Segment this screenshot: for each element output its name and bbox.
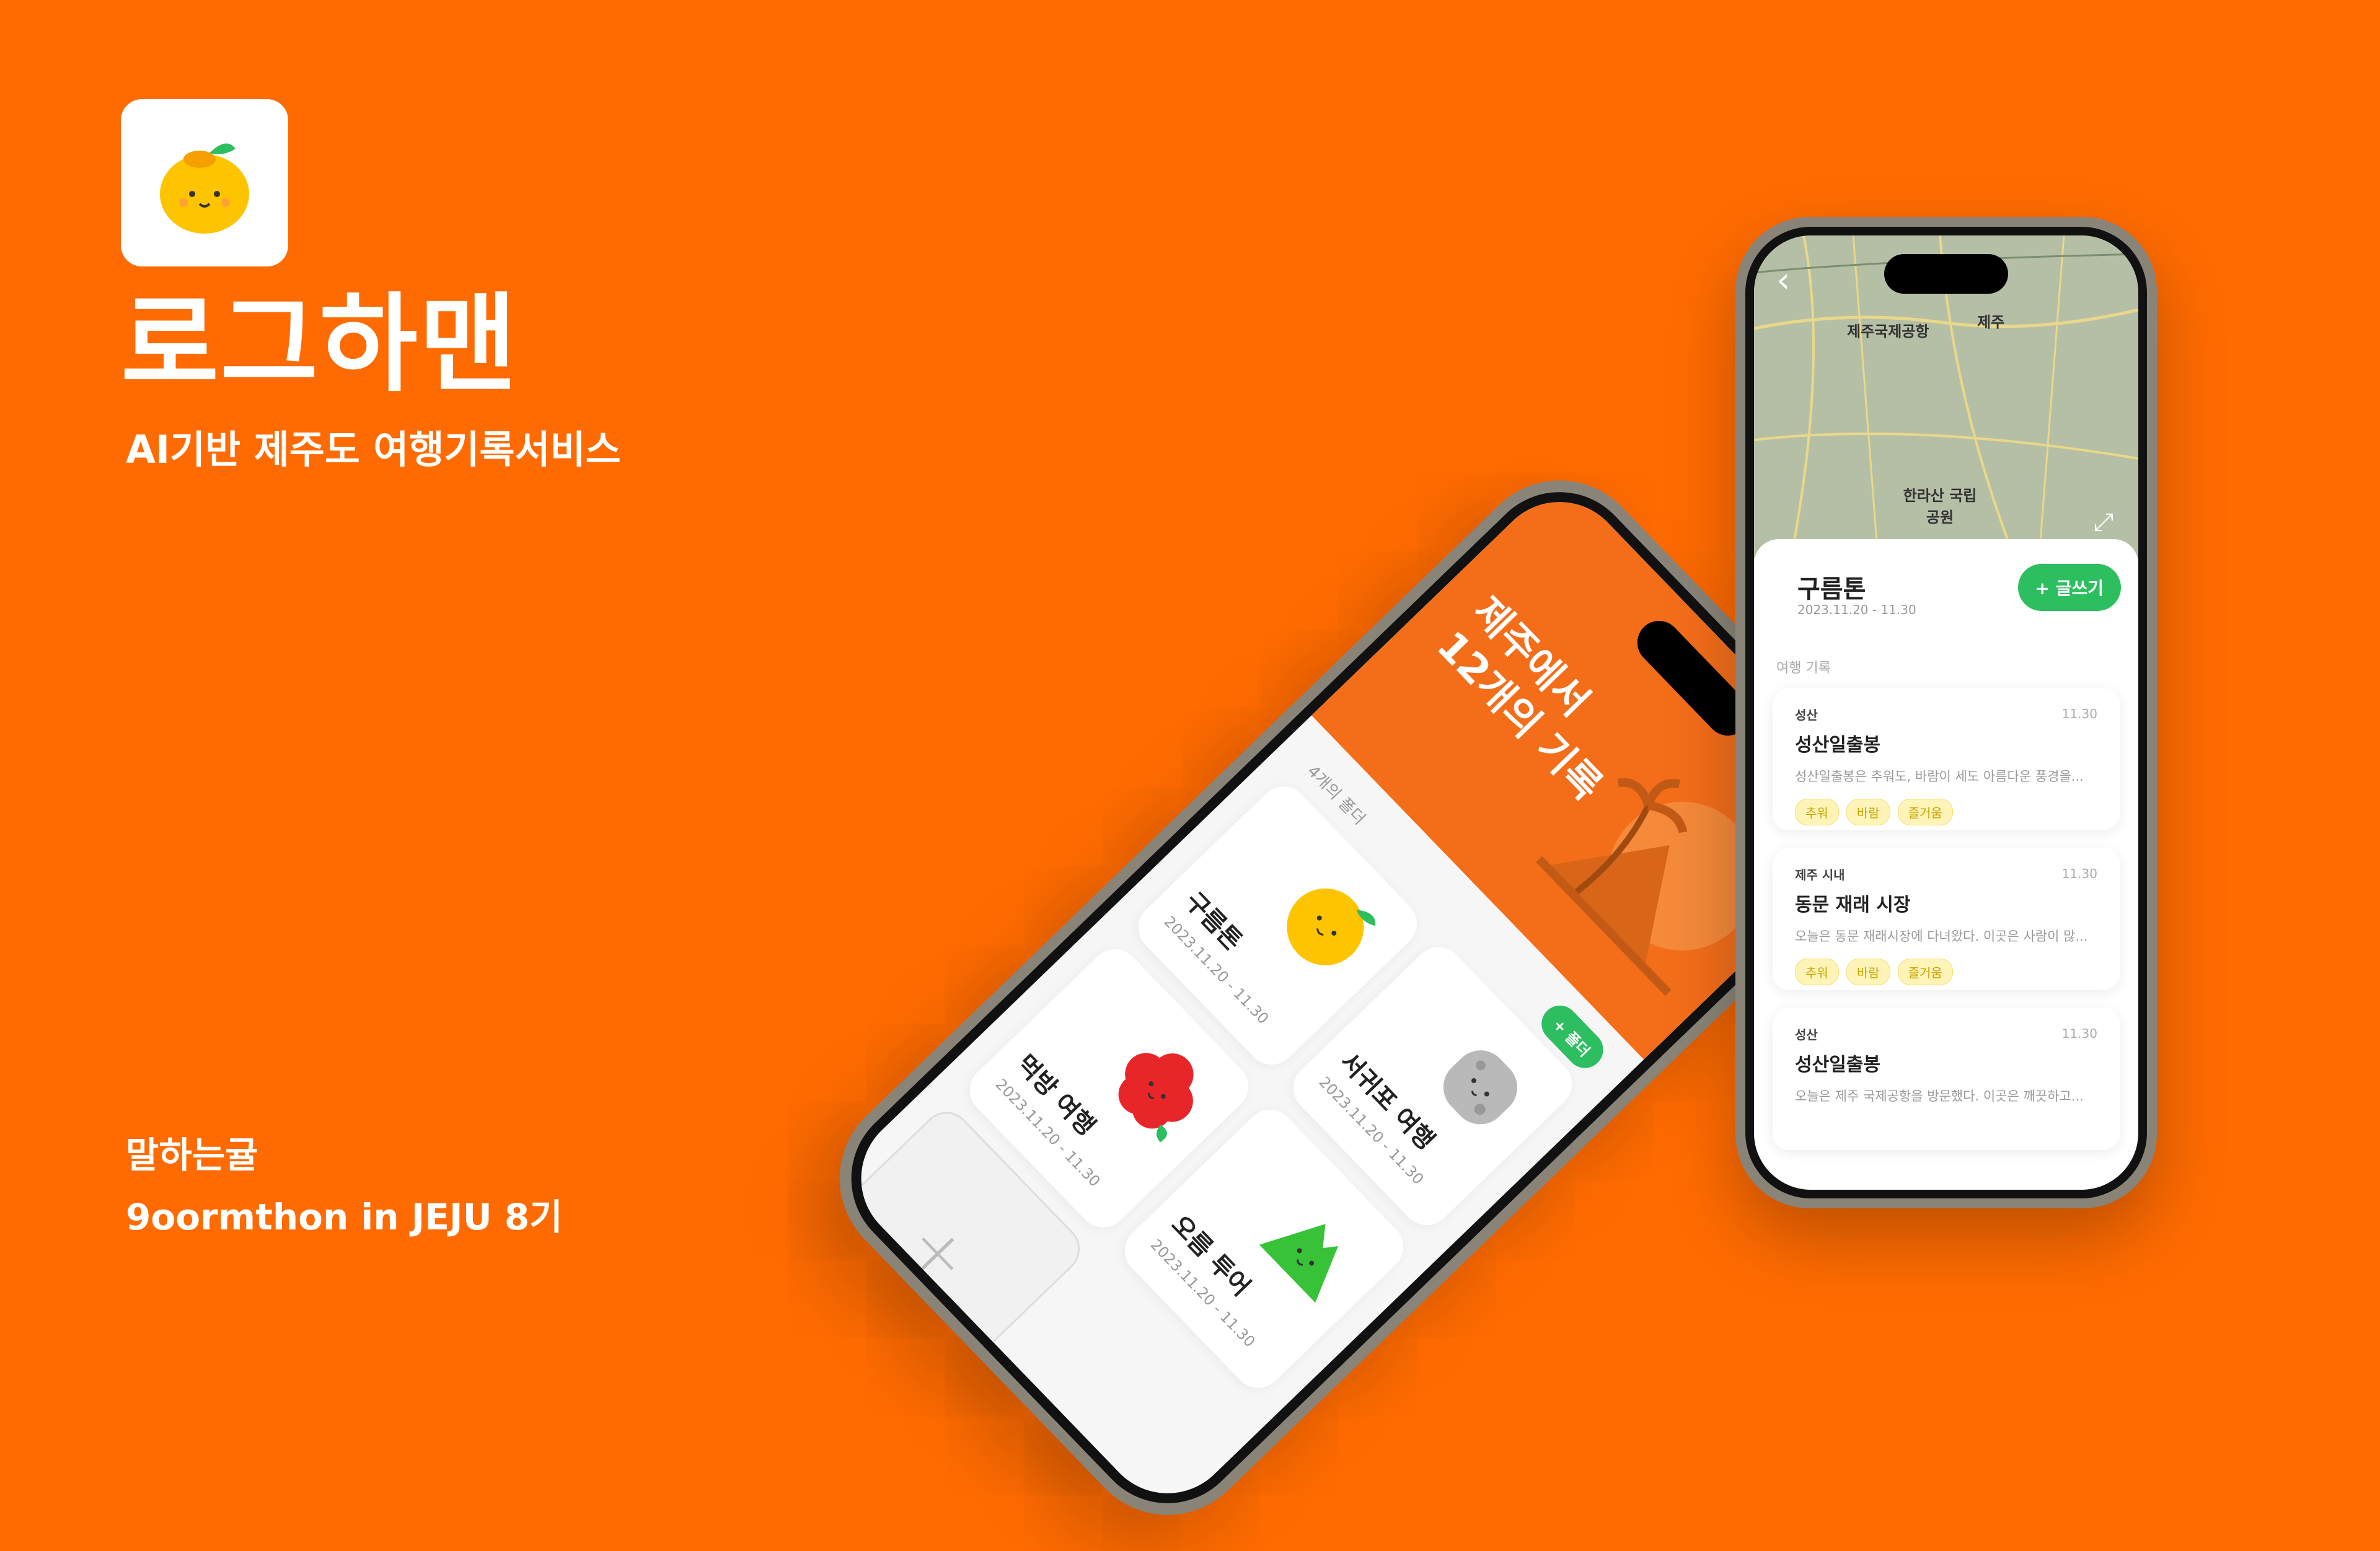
section-label: 여행 기록 [1776,661,1831,676]
tag: 즐거움 [1897,799,1953,825]
detail-screen: 제주국제공항 제주 한라산 국립공원 ‹ ⤢ 구름톤 2023.11.20 - … [1754,235,2138,1190]
record-preview: 성산일출봉은 추워도, 바람이 세도 아름다운 풍경을... [1795,769,2084,784]
detail-sheet: 구름톤 2023.11.20 - 11.30 + 글쓰기 여행 기록 성산 11… [1754,539,2138,1190]
record-card[interactable]: 성산 11.30 성산일출봉 오늘은 제주 국제공항을 방문했다. 이곳은 깨끗… [1773,1008,2120,1150]
app-logo [121,99,288,266]
phone-detail-mockup: 제주국제공항 제주 한라산 국립공원 ‹ ⤢ 구름톤 2023.11.20 - … [1735,217,2157,1208]
record-preview: 오늘은 동문 재래시장에 다녀왔다. 이곳은 사람이 많... [1795,929,2088,944]
record-card[interactable]: 제주 시내 11.30 동문 재래 시장 오늘은 동문 재래시장에 다녀왔다. … [1773,848,2120,990]
tag: 바람 [1846,799,1890,825]
home-screen: 제주에서 12개의 기록 4개의 폴더 + 폴더 구름톤 2023.11.20 … [833,474,1894,1521]
event-name: 9oormthon in JEJU 8기 [126,1196,563,1238]
tag: 바람 [1846,959,1890,985]
folder-name: 먹방 여행 [1010,1049,1101,1141]
dynamic-island [1884,254,2008,294]
folder-date: 2023.11.20 - 11.30 [1797,602,1916,617]
brand-subtitle: AI기반 제주도 여행기록서비스 [126,427,621,472]
record-date: 11.30 [2061,706,2097,721]
tangerine-logo-icon [160,143,249,234]
map-label-jeju: 제주 [1977,314,2005,331]
phone-home-mockup: 제주에서 12개의 기록 4개의 폴더 + 폴더 구름톤 2023.11.20 … [803,397,1924,1551]
record-location: 성산 [1795,1027,1818,1042]
back-icon[interactable]: ‹ [1776,260,1790,301]
record-list: 성산 11.30 성산일출봉 성산일출봉은 추워도, 바람이 세도 아름다운 풍… [1773,688,2120,1167]
record-title: 동문 재래 시장 [1795,894,1911,916]
tangerine-character-icon [1287,888,1376,965]
record-tags: 추워 바람 즐거움 [1795,799,2097,825]
map-label-hallasan: 한라산 국립공원 [1903,487,1977,526]
record-date: 11.30 [2061,866,2097,881]
record-tags: 추워 바람 즐거움 [1795,959,2097,985]
record-date: 11.30 [2061,1026,2097,1041]
map-label-airport: 제주국제공항 [1847,323,1929,340]
folder-name: 오름 투어 [1165,1210,1256,1302]
record-title: 성산일출봉 [1795,734,1880,756]
camellia-character-icon [1118,1053,1194,1143]
tag: 즐거움 [1897,959,1953,985]
tag: 추워 [1795,799,1839,825]
record-card[interactable]: 성산 11.30 성산일출봉 성산일출봉은 추워도, 바람이 세도 아름다운 풍… [1773,688,2120,830]
oreum-character-icon [1259,1224,1339,1303]
folder-grid: 구름톤 2023.11.20 - 11.30 서귀포 여행 2023.11.20… [833,776,1582,1521]
write-button[interactable]: + 글쓰기 [2017,564,2121,611]
record-preview: 오늘은 제주 국제공항을 방문했다. 이곳은 깨끗하고... [1795,1089,2084,1104]
folder-title: 구름톤 [1797,575,1866,604]
expand-map-icon[interactable]: ⤢ [2094,508,2113,537]
brand-title: 로그하맨 [121,282,518,406]
team-name: 말하는귤 [126,1134,258,1176]
tag: 추워 [1795,959,1839,985]
record-title: 성산일출봉 [1795,1054,1880,1076]
record-location: 성산 [1795,708,1818,723]
record-location: 제주 시내 [1795,868,1845,882]
map-view[interactable]: 제주국제공항 제주 한라산 국립공원 ‹ ⤢ [1754,235,2138,558]
